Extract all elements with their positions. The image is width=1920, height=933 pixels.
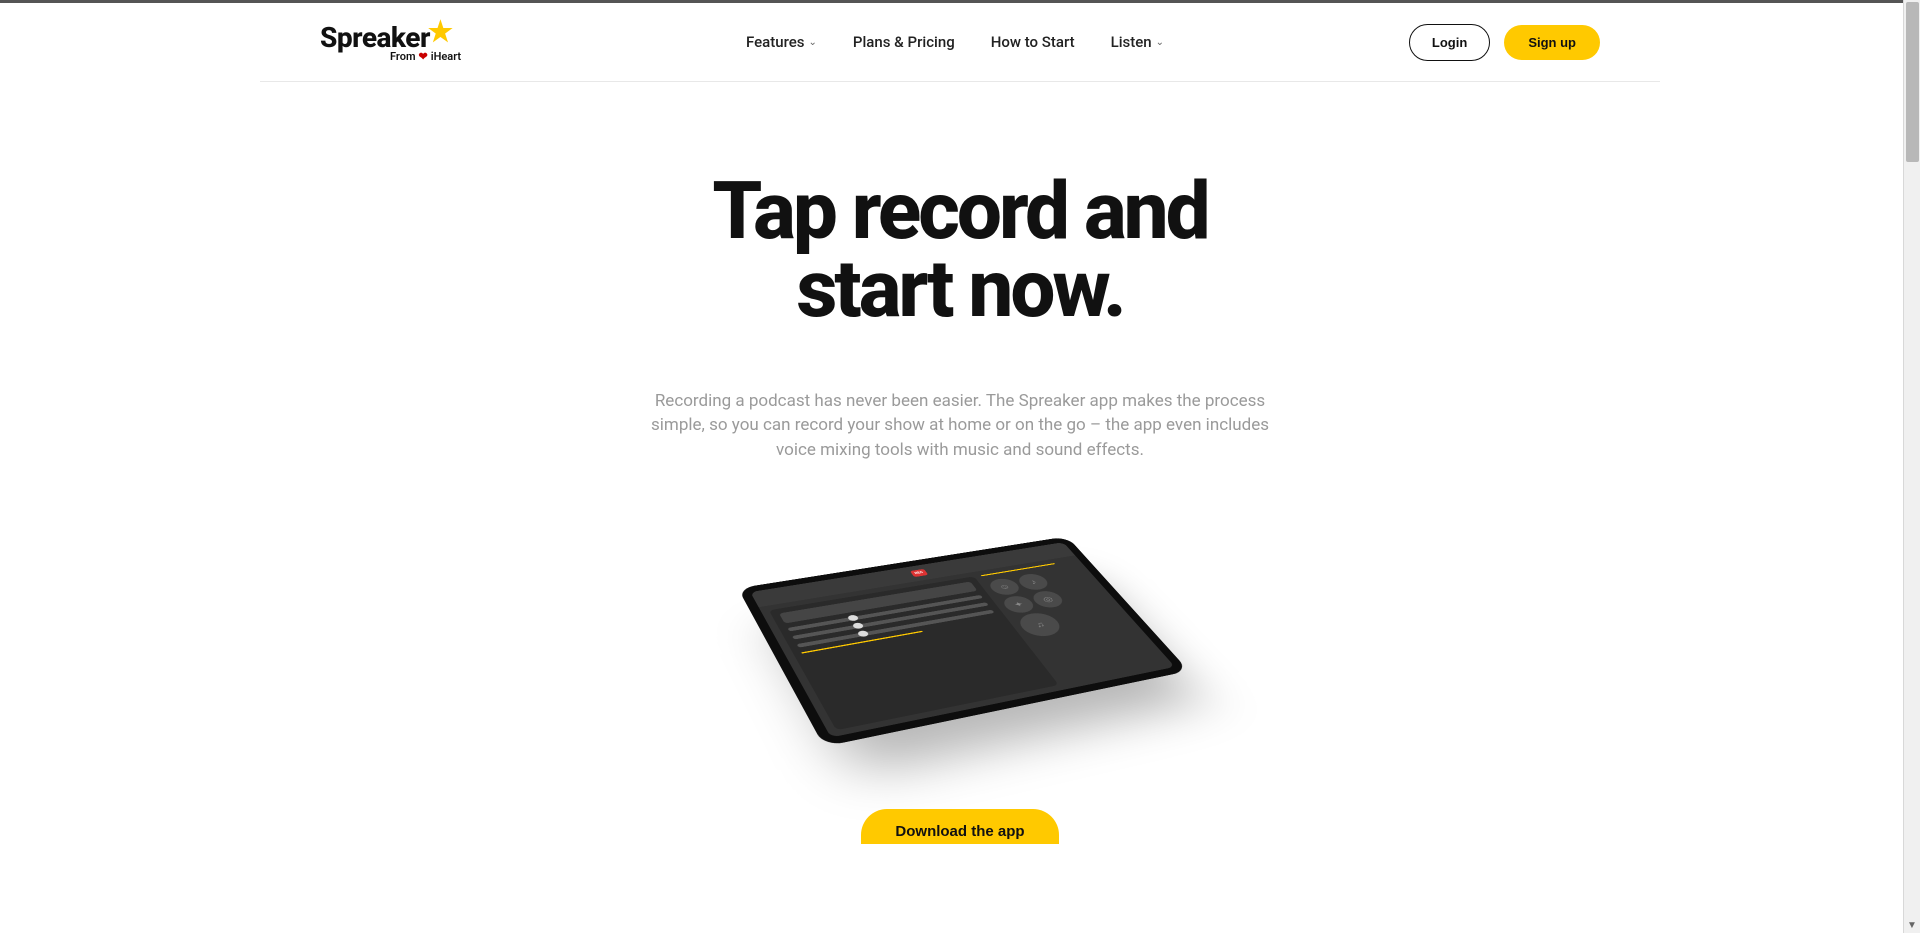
- site-header: Spreaker ★ From ❤ iHeart Features ⌄ Plan…: [260, 3, 1660, 82]
- download-app-button[interactable]: Download the app: [861, 809, 1058, 849]
- sound-effect-icon: ♫: [1014, 610, 1067, 638]
- signup-button[interactable]: Sign up: [1504, 25, 1600, 60]
- chevron-down-icon: ⌄: [808, 37, 816, 48]
- sound-effect-icon: ◎: [1029, 589, 1067, 609]
- brand-subline: From ❤ iHeart: [390, 50, 461, 63]
- nav-how-to-start[interactable]: How to Start: [991, 33, 1075, 51]
- nav-listen[interactable]: Listen ⌄: [1111, 33, 1164, 51]
- tablet-illustration: REC ☺ ♪: [740, 499, 1180, 779]
- sound-effect-icon: ♪: [1014, 572, 1052, 591]
- chevron-down-icon: ⌄: [1156, 37, 1164, 48]
- scroll-down-icon[interactable]: ▼: [1907, 920, 1917, 931]
- record-indicator-icon: REC: [910, 569, 928, 577]
- scrollbar-thumb[interactable]: [1906, 2, 1919, 162]
- auth-buttons: Login Sign up: [1409, 24, 1600, 61]
- iheart-icon: ❤: [419, 50, 428, 63]
- nav-features[interactable]: Features ⌄: [746, 33, 817, 51]
- tablet-screen: REC ☺ ♪: [750, 542, 1175, 737]
- brand-logo[interactable]: Spreaker ★ From ❤ iHeart: [320, 21, 461, 63]
- hero-section: Tap record and start now. Recording a po…: [0, 82, 1920, 849]
- nav-plans-pricing[interactable]: Plans & Pricing: [853, 33, 955, 51]
- hero-subtitle: Recording a podcast has never been easie…: [640, 389, 1280, 463]
- hero-title: Tap record and start now.: [0, 172, 1920, 329]
- login-button[interactable]: Login: [1409, 24, 1490, 61]
- vertical-scrollbar[interactable]: ▼: [1903, 0, 1920, 933]
- tablet-device: REC ☺ ♪: [738, 536, 1189, 746]
- main-nav: Features ⌄ Plans & Pricing How to Start …: [746, 33, 1164, 51]
- star-icon: ★: [428, 15, 453, 48]
